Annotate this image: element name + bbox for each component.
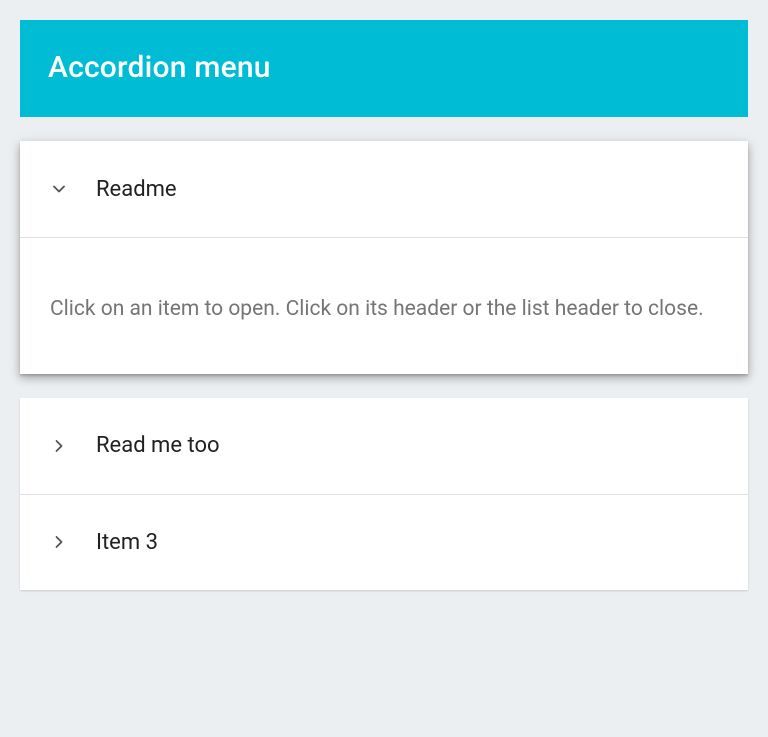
accordion-item-item3-header[interactable]: Item 3 [20,494,748,590]
accordion-item-readmetoo-header[interactable]: Read me too [20,398,748,494]
accordion-item-readme-header[interactable]: Readme [20,141,748,237]
accordion-expanded-card: Readme Click on an item to open. Click o… [20,141,748,374]
page-title-bar: Accordion menu [20,20,748,117]
chevron-down-icon [48,178,70,200]
chevron-right-icon [48,531,70,553]
chevron-right-icon [48,435,70,457]
accordion-item-label: Read me too [96,433,220,458]
accordion-item-readme-body: Click on an item to open. Click on its h… [20,237,748,374]
accordion-item-label: Readme [96,177,177,202]
accordion-item-label: Item 3 [96,530,158,555]
accordion-collapsed-list: Read me too Item 3 [20,398,748,590]
accordion-body-text: Click on an item to open. Click on its h… [50,297,704,321]
page-title: Accordion menu [48,50,271,85]
